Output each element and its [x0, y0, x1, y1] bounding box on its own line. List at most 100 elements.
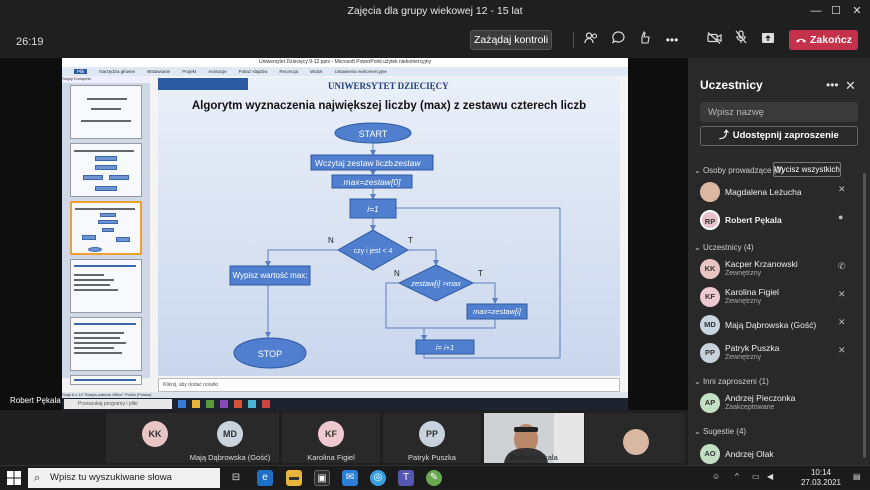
notifications-icon[interactable]: ▤ — [853, 472, 861, 481]
speaker-icon[interactable]: ◀ — [767, 472, 773, 481]
store-icon[interactable]: ▣ — [314, 470, 330, 486]
no-label: N — [394, 269, 400, 278]
participant-row[interactable]: Magdalena Leżucha ✕ — [700, 180, 860, 204]
participant-row[interactable]: KF Karolina Figiel Zewnętrzny ✕ — [700, 285, 860, 309]
participant-tile[interactable]: KF Karolina Figiel — [282, 413, 380, 463]
panel-more-icon[interactable]: ••• — [826, 78, 839, 92]
attendees-section[interactable]: ⌄ Uczestnicy (4) — [694, 243, 754, 252]
file-explorer-icon[interactable]: ▬ — [286, 470, 302, 486]
browser-icon[interactable]: ◎ — [370, 470, 386, 486]
app-icon[interactable]: ✎ — [426, 470, 442, 486]
taskbar-clock[interactable]: 10:14 27.03.2021 — [795, 468, 847, 488]
slide-thumbnail[interactable] — [70, 143, 142, 197]
avatar: RP — [700, 210, 720, 230]
more-actions-icon[interactable]: ••• — [661, 30, 683, 50]
request-control-button[interactable]: Zażądaj kontroli — [470, 30, 552, 50]
app-icon[interactable] — [234, 400, 242, 408]
participant-name: Karolina Figiel — [307, 453, 355, 462]
ribbon-tab[interactable]: Plik — [74, 69, 88, 74]
participants-icon[interactable] — [580, 30, 602, 50]
edge-icon[interactable]: e — [257, 470, 273, 486]
camera-off-icon[interactable] — [703, 30, 725, 50]
panel-scrollbar[interactable] — [863, 173, 866, 458]
ribbon-tab[interactable]: Wstawianie — [147, 69, 170, 74]
participant-row[interactable]: PP Patryk Puszka Zewnętrzny ✕ — [700, 341, 860, 365]
app-icon[interactable] — [262, 400, 270, 408]
participant-row[interactable]: KK Kacper Krzanowski Zewnętrzny ✆ — [700, 257, 860, 281]
network-icon[interactable]: ▭ — [752, 472, 760, 481]
participant-video-tile[interactable]: Robert Pękala — [484, 413, 584, 463]
windows-taskbar: ⌕ Wpisz tu wyszukiwane słowa ⊟ e ▬ ▣ ✉ ◎ … — [0, 465, 870, 489]
slide-thumbnail[interactable] — [70, 317, 142, 371]
leave-label: Zakończ — [809, 34, 852, 46]
taskbar-search-box[interactable]: ⌕ Wpisz tu wyszukiwane słowa — [28, 468, 220, 488]
read-label: Wczytaj zestaw liczb — [315, 158, 393, 168]
notes-pane[interactable]: Kliknij, aby dodać notatki — [158, 378, 620, 392]
start-icon[interactable] — [5, 469, 23, 487]
yes-label: T — [408, 236, 413, 245]
suggestions-section[interactable]: ⌄ Sugestie (4) — [694, 427, 746, 436]
slide-thumbnail[interactable] — [70, 259, 142, 313]
mic-off-icon[interactable] — [730, 30, 752, 50]
avatar — [700, 182, 720, 202]
participant-row[interactable]: AP Andrzej Pieczonka Zaakceptowane — [700, 391, 860, 415]
output-label: Wypisz wartość max: — [232, 271, 307, 280]
task-view-icon[interactable]: ⊟ — [228, 470, 244, 486]
mail-icon[interactable]: ✉ — [342, 470, 358, 486]
meeting-toolbar: 26:19 Zażądaj kontroli ••• Zakończ — [0, 22, 870, 58]
ribbon-tab[interactable]: Pokaz slajdów — [239, 69, 268, 74]
teams-icon[interactable]: T — [398, 470, 414, 486]
participant-row[interactable]: AO Andrzej Olak — [700, 442, 860, 466]
avatar — [623, 429, 649, 455]
chat-icon[interactable] — [607, 30, 629, 50]
slide-thumbnail[interactable] — [70, 85, 142, 139]
start-label: START — [359, 129, 388, 139]
avatar: AP — [700, 393, 720, 413]
participant-name: Andrzej Pieczonka — [725, 393, 796, 403]
panel-close-icon[interactable]: ✕ — [845, 78, 856, 94]
assign-max-label: max=zestaw[0] — [344, 177, 402, 187]
shared-screen-stage: Uniwersytet Dziecięcy 9-12.pptx - Micros… — [0, 58, 688, 410]
app-icon[interactable] — [220, 400, 228, 408]
presenter-name-label: Robert Pękala — [10, 396, 61, 405]
meeting-timer: 26:19 — [16, 36, 44, 48]
participant-status: Zewnętrzny — [725, 270, 762, 277]
app-icon[interactable] — [248, 400, 256, 408]
participant-status: Zewnętrzny — [725, 354, 762, 361]
participant-name: Kacper Krzanowski — [725, 259, 798, 269]
mute-all-button[interactable]: Wycisz wszystkich — [773, 162, 841, 177]
mic-on-icon: ● — [838, 212, 844, 222]
ribbon-tab[interactable]: Widok — [310, 69, 323, 74]
remote-search-box[interactable]: Przeszukaj programy i pliki — [64, 399, 172, 409]
participant-tile[interactable]: MD Mają Dąbrowska (Gość) — [181, 413, 279, 463]
ribbon-tab[interactable]: Projekt — [182, 69, 196, 74]
participant-tile[interactable] — [585, 413, 685, 463]
ribbon-tab[interactable]: Narzędzia główne — [99, 69, 135, 74]
share-screen-icon[interactable] — [757, 30, 779, 50]
share-invite-button[interactable]: ⤴ Udostępnij zaproszenie — [700, 126, 858, 146]
tray-chevron-icon[interactable]: ^ — [735, 472, 739, 481]
ribbon-tab[interactable]: Animacje — [208, 69, 227, 74]
tray-people-icon[interactable]: ☺ — [712, 472, 720, 481]
presenters-section[interactable]: ⌄ Osoby prowadzące (2) — [694, 166, 783, 175]
participant-search-input[interactable] — [700, 102, 858, 122]
section-label: Inni zaproszeni (1) — [702, 377, 769, 386]
participant-tile[interactable]: PP Patryk Puszka — [383, 413, 481, 463]
slide-thumbnail[interactable] — [70, 375, 142, 385]
participant-row[interactable]: RP Robert Pękala ● — [700, 208, 860, 232]
leave-button[interactable]: Zakończ — [789, 30, 858, 50]
close-window-button[interactable]: ✕ — [843, 0, 870, 22]
reactions-icon[interactable] — [634, 30, 656, 50]
app-icon[interactable] — [206, 400, 214, 408]
app-icon[interactable] — [178, 400, 186, 408]
app-icon[interactable] — [192, 400, 200, 408]
ribbon-tab[interactable]: Recenzja — [279, 69, 298, 74]
slides-panel-tabs[interactable]: Slajdy Konspekt — [62, 76, 150, 83]
avatar: AO — [700, 444, 720, 464]
participant-name: Robert Pękala — [510, 453, 558, 462]
avatar: PP — [419, 421, 445, 447]
slide-thumbnail-selected[interactable] — [70, 201, 142, 255]
invited-section[interactable]: ⌄ Inni zaproszeni (1) — [694, 377, 769, 386]
participant-row[interactable]: MD Mają Dąbrowska (Gość) ✕ — [700, 313, 860, 337]
ribbon-tab[interactable]: Ustawienia niekomercyjne — [335, 69, 387, 74]
